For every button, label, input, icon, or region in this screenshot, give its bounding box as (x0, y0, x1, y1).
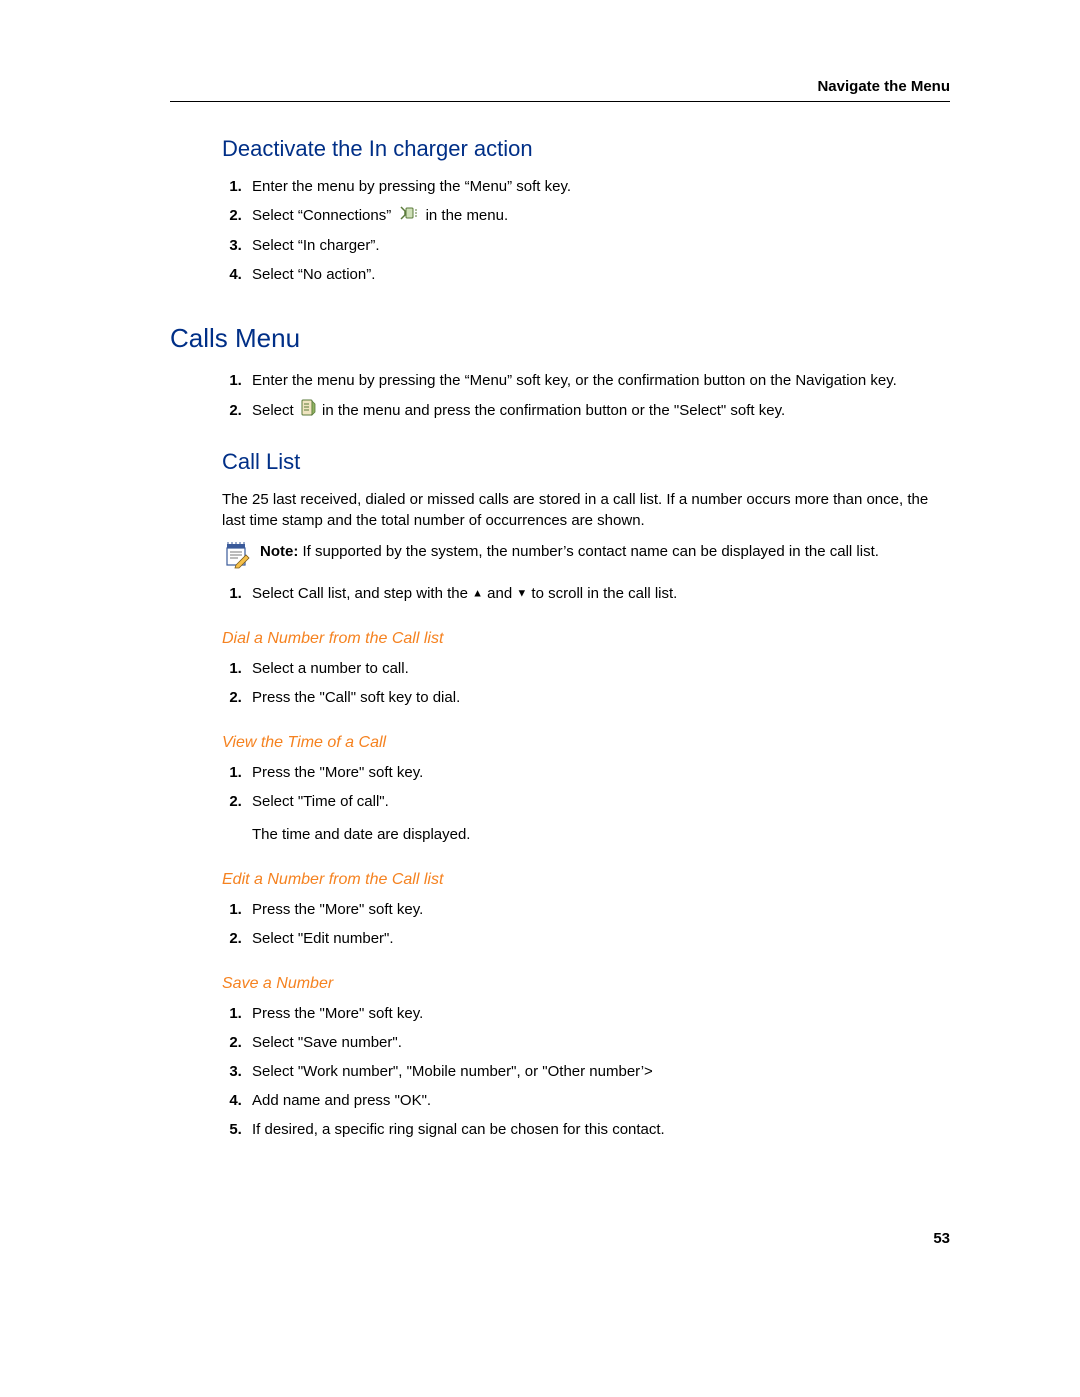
list-item: Select a number to call. (246, 658, 950, 679)
steps-dial: Select a number to call. Press the "Call… (222, 658, 950, 708)
list-item: Press the "More" soft key. (246, 899, 950, 920)
note-text: Note: If supported by the system, the nu… (260, 541, 950, 562)
page: Navigate the Menu Deactivate the In char… (0, 0, 1080, 1307)
heading-call-list: Call List (222, 449, 950, 475)
page-header: Navigate the Menu (170, 78, 950, 102)
list-item: If desired, a specific ring signal can b… (246, 1119, 950, 1140)
note-icon (222, 541, 250, 573)
list-item: Select “No action”. (246, 264, 950, 285)
steps-calls-menu: Enter the menu by pressing the “Menu” so… (222, 370, 950, 423)
calls-menu-icon (300, 399, 316, 423)
list-item: Enter the menu by pressing the “Menu” so… (246, 370, 950, 391)
view-time-result: The time and date are displayed. (252, 824, 950, 845)
steps-call-list-nav: Select Call list, and step with the ▲ an… (222, 583, 950, 604)
list-item: Select "Work number", "Mobile number", o… (246, 1061, 950, 1082)
list-item: Select in the menu and press the confirm… (246, 399, 950, 423)
content-column: Deactivate the In charger action Enter t… (170, 136, 950, 1140)
steps-save-number: Press the "More" soft key. Select "Save … (222, 1003, 950, 1140)
heading-save-number: Save a Number (222, 975, 950, 993)
page-footer: 53 (170, 1230, 950, 1247)
up-triangle-icon: ▲ (472, 587, 483, 599)
list-item: Select "Save number". (246, 1032, 950, 1053)
steps-edit-number: Press the "More" soft key. Select "Edit … (222, 899, 950, 949)
note-block: Note: If supported by the system, the nu… (222, 541, 950, 573)
heading-deactivate: Deactivate the In charger action (222, 136, 950, 162)
list-item: Select “In charger”. (246, 235, 950, 256)
list-item: Select Call list, and step with the ▲ an… (246, 583, 950, 604)
connections-icon (397, 205, 419, 227)
heading-calls-menu: Calls Menu (170, 323, 950, 354)
list-item: Press the "Call" soft key to dial. (246, 687, 950, 708)
page-number: 53 (933, 1230, 950, 1247)
list-item: Add name and press "OK". (246, 1090, 950, 1111)
heading-edit-number: Edit a Number from the Call list (222, 871, 950, 889)
heading-view-time: View the Time of a Call (222, 734, 950, 752)
list-item: Select "Edit number". (246, 928, 950, 949)
down-triangle-icon: ▼ (516, 587, 527, 599)
list-item: Select "Time of call". The time and date… (246, 791, 950, 845)
header-title: Navigate the Menu (817, 78, 950, 95)
list-item: Select “Connections” in the menu. (246, 205, 950, 227)
list-item: Press the "More" soft key. (246, 1003, 950, 1024)
list-item: Enter the menu by pressing the “Menu” so… (246, 176, 950, 197)
steps-deactivate: Enter the menu by pressing the “Menu” so… (222, 176, 950, 285)
steps-view-time: Press the "More" soft key. Select "Time … (222, 762, 950, 845)
heading-dial-number: Dial a Number from the Call list (222, 630, 950, 648)
call-list-intro: The 25 last received, dialed or missed c… (222, 489, 950, 531)
list-item: Press the "More" soft key. (246, 762, 950, 783)
